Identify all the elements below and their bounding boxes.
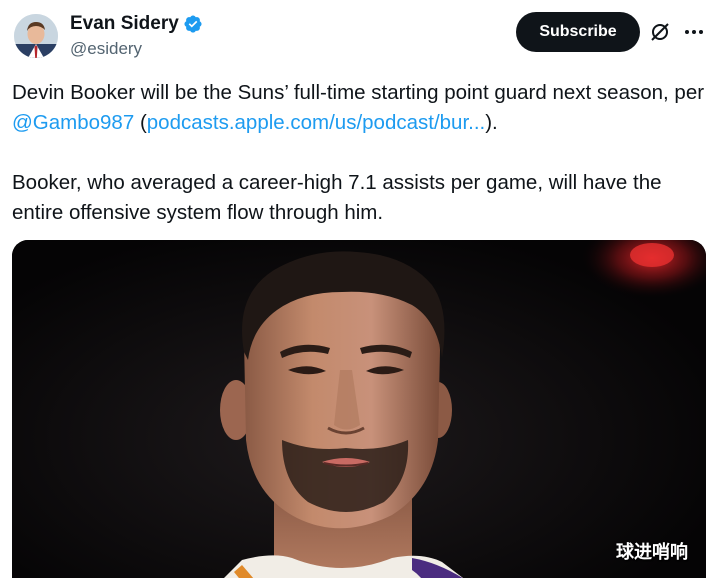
subscribe-button[interactable]: Subscribe [516, 12, 640, 52]
podcast-link[interactable]: podcasts.apple.com/us/podcast/bur... [147, 111, 485, 134]
grok-icon[interactable] [648, 20, 672, 44]
tweet-text: Devin Booker will be the Suns’ full-time… [12, 78, 712, 228]
author-avatar[interactable] [14, 14, 58, 58]
tweet-header: Evan Sidery @esidery Subscribe [0, 0, 719, 70]
tweet-text-paren-open: ( [134, 111, 147, 134]
mention-link[interactable]: @Gambo987 [12, 111, 134, 134]
verified-badge-icon [183, 14, 203, 34]
watermark-text: 球进哨响 [616, 542, 688, 563]
author-info: Evan Sidery @esidery [70, 12, 203, 61]
author-display-name[interactable]: Evan Sidery [70, 12, 179, 36]
tweet-card: Evan Sidery @esidery Subscribe Devin Boo… [0, 0, 719, 578]
tweet-text-paren-close: ). [485, 111, 498, 134]
more-options-icon[interactable] [682, 20, 706, 44]
display-name-row: Evan Sidery [70, 12, 203, 36]
tweet-media-photo[interactable] [12, 240, 706, 578]
player-photo [12, 240, 706, 578]
author-handle[interactable]: @esidery [70, 37, 203, 61]
tweet-text-part: Devin Booker will be the Suns’ full-time… [12, 81, 705, 104]
tweet-paragraph-2: Booker, who averaged a career-high 7.1 a… [12, 171, 662, 224]
tweet-paragraph-1: Devin Booker will be the Suns’ full-time… [12, 78, 712, 138]
